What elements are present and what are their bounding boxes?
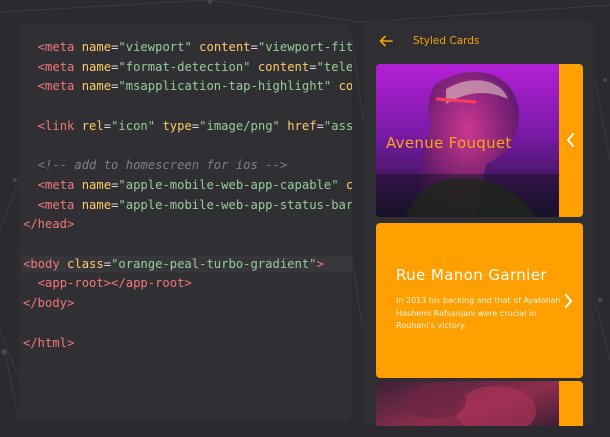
code-line: </body> [23, 296, 75, 311]
card-description: In 2013 his backing and that of Ayatolla… [396, 296, 561, 330]
card-third[interactable] [376, 381, 583, 426]
phone-preview: Styled Cards Avenue Fouquet Rue Manon Ga… [363, 20, 595, 426]
code-line: <meta name="apple-mobile-web-app-capable… [37, 177, 352, 192]
chevron-left-icon [566, 133, 574, 147]
card-photo [376, 381, 559, 426]
code-line: <body class="orange-peal-turbo-gradient"… [23, 254, 352, 273]
card-avenue-fouquet[interactable]: Avenue Fouquet [376, 64, 583, 217]
app-bar: Styled Cards [363, 20, 595, 62]
code-line: <meta name="msapplication-tap-highlight"… [37, 79, 352, 94]
arrow-left-icon[interactable] [379, 34, 393, 48]
card-title: Avenue Fouquet [386, 134, 512, 152]
card-expand-tab[interactable] [559, 381, 583, 426]
chevron-right-icon[interactable] [562, 293, 574, 309]
app-bar-title: Styled Cards [413, 35, 480, 47]
code-line: <link rel="icon" type="image/png" href="… [37, 118, 352, 133]
code-line: <meta name="viewport" content="viewport-… [37, 40, 352, 54]
card-expand-tab[interactable] [559, 64, 583, 217]
code-editor[interactable]: <meta name="viewport" content="viewport-… [19, 24, 352, 422]
code-line: <meta name="format-detection" content="t… [37, 59, 352, 74]
code-line: <meta name="apple-mobile-web-app-status-… [37, 197, 352, 212]
code-line: <app-root></app-root> [37, 276, 192, 291]
code-line: <!-- add to homescreen for ios --> [37, 158, 288, 173]
code-line: </html> [23, 335, 75, 350]
card-title: Rue Manon Garnier [396, 266, 547, 284]
code-line: </head> [23, 217, 75, 232]
card-rue-manon-garnier[interactable]: Rue Manon Garnier In 2013 his backing an… [376, 223, 583, 378]
